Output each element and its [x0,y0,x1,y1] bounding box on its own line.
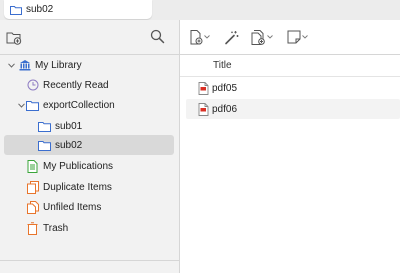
tree-item-label: sub01 [55,120,83,132]
chevron-down-icon [302,35,308,39]
tree-item-sub01[interactable]: sub01 [4,116,174,136]
tree-item-my-library[interactable]: My Library [4,55,174,75]
tree-item-exportcollection[interactable]: exportCollection [4,95,174,115]
tree-item-label: My Publications [43,160,114,172]
table-row[interactable]: pdf06 [186,99,400,119]
pdf-icon [198,81,209,95]
tree-item-label: My Library [35,59,82,71]
column-header-title[interactable]: Title [180,55,400,77]
magic-wand-icon [225,30,239,44]
publications-icon [26,159,39,173]
table-row[interactable]: pdf05 [186,78,400,98]
column-title-label: Title [213,60,232,71]
chevron-down-icon[interactable] [6,60,16,70]
new-note-icon [287,30,301,44]
tree-item-label: sub02 [55,139,83,151]
chevron-down-icon [204,35,210,39]
tab-label: sub02 [26,4,54,15]
items-pane: Title pdf05 pdf06 [180,20,400,273]
tree-item-label: Recently Read [43,79,109,91]
tree-item-recently-read[interactable]: Recently Read [4,75,174,95]
folder-icon [38,120,51,133]
unfiled-icon [26,200,39,214]
tree-item-my-publications[interactable]: My Publications [4,156,174,176]
tree-item-label: Unfiled Items [43,201,102,213]
tree-item-duplicate-items[interactable]: Duplicate Items [4,177,174,197]
new-item-icon [190,29,203,44]
trash-icon [26,221,39,235]
add-by-identifier-button[interactable] [224,29,239,45]
items-toolbar [180,20,400,55]
folder-icon [38,139,51,152]
search-icon[interactable] [150,29,165,44]
add-attachment-button[interactable] [251,29,273,45]
tree-item-label: Trash [43,222,69,234]
chevron-down-icon[interactable] [16,100,26,110]
pane-divider [0,260,179,261]
chevron-down-icon [267,35,273,39]
duplicate-icon [26,180,39,194]
item-title: pdf05 [212,82,238,94]
collections-pane: My Library Recently Read exportCollectio… [0,20,180,273]
tree-item-unfiled-items[interactable]: Unfiled Items [4,197,174,217]
pdf-icon [198,102,209,116]
clock-icon [26,79,39,92]
folder-icon [26,99,39,112]
folder-icon [10,5,22,15]
tree-item-label: exportCollection [43,99,115,111]
tree-item-label: Duplicate Items [43,181,112,193]
new-item-button[interactable] [190,29,210,45]
tab-sub02[interactable]: sub02 [4,0,152,19]
tab-strip: sub02 [0,0,400,20]
new-note-button[interactable] [287,29,308,45]
tree-item-sub02[interactable]: sub02 [4,135,174,155]
add-attachment-icon [251,29,265,45]
library-icon [18,59,31,72]
collections-toolbar [0,20,179,55]
new-collection-icon[interactable] [6,30,22,45]
item-title: pdf06 [212,103,238,115]
tree-item-trash[interactable]: Trash [4,218,174,238]
